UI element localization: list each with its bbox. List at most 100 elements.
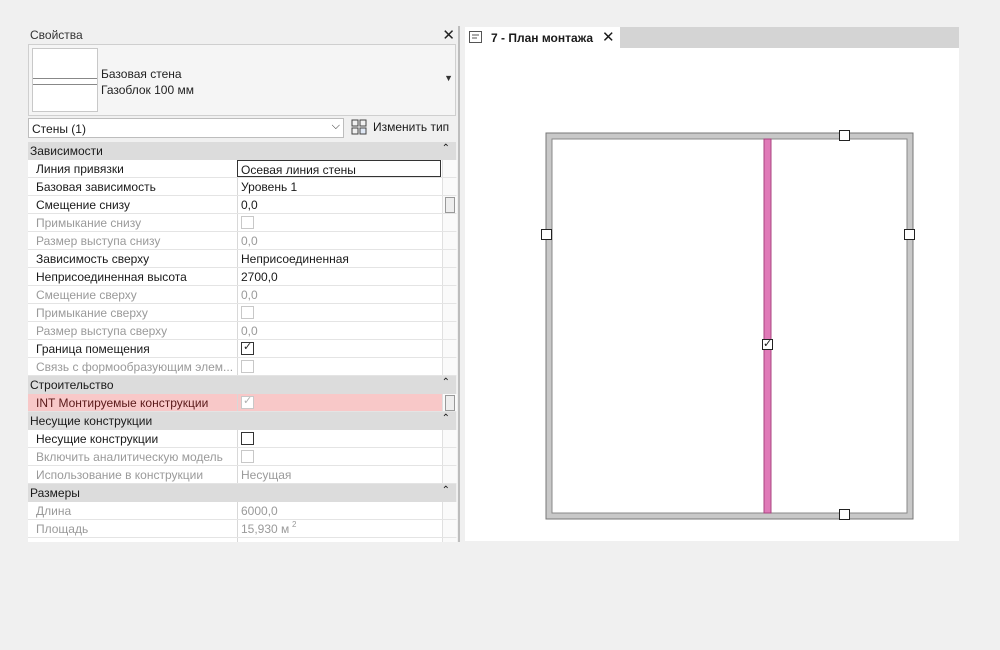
scrollbar-track[interactable] (442, 394, 457, 411)
property-name: Несущие конструкции (36, 432, 159, 446)
property-value-cell (237, 358, 442, 375)
grip-left[interactable] (541, 229, 552, 240)
property-value-cell[interactable]: 0,0 (237, 196, 442, 213)
drawing-canvas[interactable]: ✓ (465, 48, 959, 541)
property-value-cell: 0,0 (237, 322, 442, 339)
section-header[interactable]: Зависимости ⌃ (28, 142, 456, 160)
dropdown-arrow-icon[interactable]: ▼ (444, 73, 453, 83)
collapse-icon[interactable]: ⌃ (442, 485, 450, 496)
unit-superscript: 2 (292, 520, 297, 529)
section-title: Зависимости (30, 144, 103, 158)
scrollbar-thumb[interactable] (445, 197, 455, 213)
property-name: Базовая зависимость (36, 180, 156, 194)
property-name: Размер выступа сверху (36, 324, 168, 338)
property-row[interactable]: Неприсоединенная высота 2700,0 (28, 268, 457, 286)
tab-plan-view[interactable]: 7 - План монтажа ✕ (465, 27, 620, 48)
scrollbar-track[interactable] (442, 286, 457, 303)
property-row[interactable]: Линия привязки Осевая линия стены (28, 160, 457, 178)
scrollbar-track[interactable] (442, 502, 457, 519)
scrollbar-track[interactable] (442, 520, 457, 537)
filter-label: Стены (1) (32, 122, 86, 136)
scrollbar-track[interactable] (442, 232, 457, 249)
scrollbar-track[interactable] (442, 250, 457, 267)
property-value: 0,0 (241, 324, 258, 338)
floor-plan-icon (469, 31, 482, 43)
collapse-icon[interactable]: ⌃ (442, 413, 450, 424)
close-icon[interactable]: ✕ (442, 26, 455, 44)
property-row: Примыкание снизу (28, 214, 457, 232)
property-row: Размер выступа снизу 0,0 (28, 232, 457, 250)
instance-filter-dropdown[interactable]: Стены (1) ⌵ (28, 118, 344, 138)
property-value-cell: 6000,0 (237, 502, 442, 519)
section-header[interactable]: Строительство ⌃ (28, 376, 456, 394)
scrollbar-track[interactable] (442, 268, 457, 285)
property-value-cell[interactable]: 2700,0 (237, 268, 442, 285)
property-value: Уровень 1 (241, 180, 298, 194)
grip-top[interactable] (839, 130, 850, 141)
scrollbar-track[interactable] (442, 214, 457, 231)
property-value-cell[interactable] (237, 430, 442, 447)
scrollbar-thumb[interactable] (445, 395, 455, 411)
scrollbar-track[interactable] (442, 322, 457, 339)
property-checkbox (241, 216, 254, 229)
wall-join-checkbox[interactable]: ✓ (762, 338, 773, 350)
chevron-down-icon[interactable]: ⌵ (332, 120, 340, 133)
property-value-cell: Несущая (237, 466, 442, 483)
property-row[interactable]: Несущие конструкции (28, 430, 457, 448)
collapse-icon[interactable]: ⌃ (442, 377, 450, 388)
property-value-cell[interactable]: Уровень 1 (237, 178, 442, 195)
property-row[interactable]: Базовая зависимость Уровень 1 (28, 178, 457, 196)
property-name: Размер выступа снизу (36, 234, 161, 248)
scrollbar-track[interactable] (442, 466, 457, 483)
property-checkbox (241, 450, 254, 463)
scrollbar-track[interactable] (442, 448, 457, 465)
section-header[interactable]: Несущие конструкции ⌃ (28, 412, 456, 430)
properties-grid: Зависимости ⌃ Линия привязки Осевая линия … (28, 142, 457, 542)
property-checkbox (241, 394, 254, 409)
property-value: Осевая линия стены (241, 163, 356, 177)
grip-bottom[interactable] (839, 509, 850, 520)
property-checkbox[interactable] (241, 432, 254, 445)
section-title: Строительство (30, 378, 114, 392)
property-value-cell (237, 394, 442, 411)
property-value-cell[interactable]: Неприсоединенная (237, 250, 442, 267)
property-checkbox[interactable] (241, 340, 254, 355)
property-row[interactable]: Граница помещения (28, 340, 457, 358)
property-row: Размер выступа сверху 0,0 (28, 322, 457, 340)
property-name: Площадь (36, 522, 89, 536)
scrollbar-track[interactable] (442, 340, 457, 357)
scrollbar-track[interactable] (442, 160, 457, 177)
property-row: Использование в конструкции Несущая (28, 466, 457, 484)
collapse-icon[interactable]: ⌃ (442, 143, 450, 154)
room-walls[interactable] (545, 132, 914, 520)
property-name: Зависимость сверху (36, 252, 150, 266)
scrollbar-track[interactable] (442, 196, 457, 213)
section-header[interactable]: Размеры ⌃ (28, 484, 456, 502)
scrollbar-track[interactable] (442, 178, 457, 195)
panel-splitter[interactable] (458, 26, 460, 542)
property-value-cell: 15,930 м2 (237, 520, 442, 537)
property-value-cell[interactable] (237, 340, 442, 357)
plan-drawing (545, 132, 914, 520)
type-name: Газоблок 100 мм (101, 83, 194, 97)
scrollbar-track[interactable] (442, 304, 457, 321)
scrollbar-track[interactable] (442, 538, 457, 542)
scrollbar-track[interactable] (442, 358, 457, 375)
type-selector[interactable]: Базовая стена Газоблок 100 мм ▼ (28, 44, 456, 116)
scrollbar-track[interactable] (442, 430, 457, 447)
property-value: Неприсоединенная (241, 252, 349, 266)
grip-right[interactable] (904, 229, 915, 240)
property-value: Несущая (241, 468, 292, 482)
property-row[interactable]: Смещение снизу 0,0 (28, 196, 457, 214)
property-checkbox (241, 360, 254, 373)
property-value-cell[interactable]: Осевая линия стены (237, 160, 441, 177)
close-tab-icon[interactable]: ✕ (602, 28, 615, 46)
property-row: Длина 6000,0 (28, 502, 457, 520)
section-title: Несущие конструкции (30, 414, 153, 428)
selected-wall[interactable] (763, 138, 772, 514)
tab-title: 7 - План монтажа (491, 31, 594, 45)
property-name: Длина (36, 504, 72, 518)
property-value-cell (237, 448, 442, 465)
property-row[interactable]: Зависимость сверху Неприсоединенная (28, 250, 457, 268)
edit-type-button[interactable]: Изменить тип (350, 118, 454, 138)
